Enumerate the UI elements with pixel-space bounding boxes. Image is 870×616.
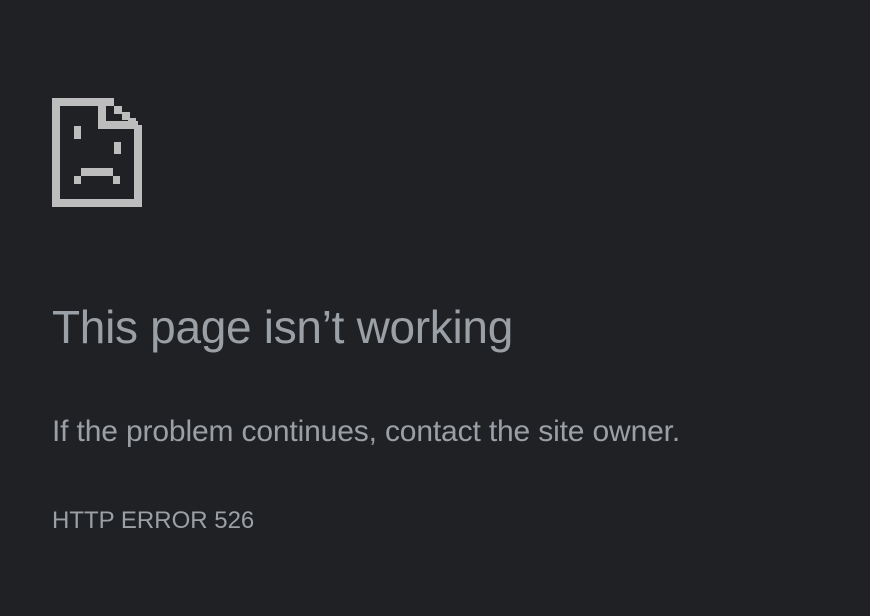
error-code: HTTP ERROR 526 bbox=[52, 507, 255, 534]
error-message: If the problem continues, contact the si… bbox=[52, 415, 681, 448]
sad-page-icon bbox=[52, 98, 142, 207]
error-page: This page isn’t working If the problem c… bbox=[0, 0, 870, 616]
page-title: This page isn’t working bbox=[52, 301, 513, 353]
